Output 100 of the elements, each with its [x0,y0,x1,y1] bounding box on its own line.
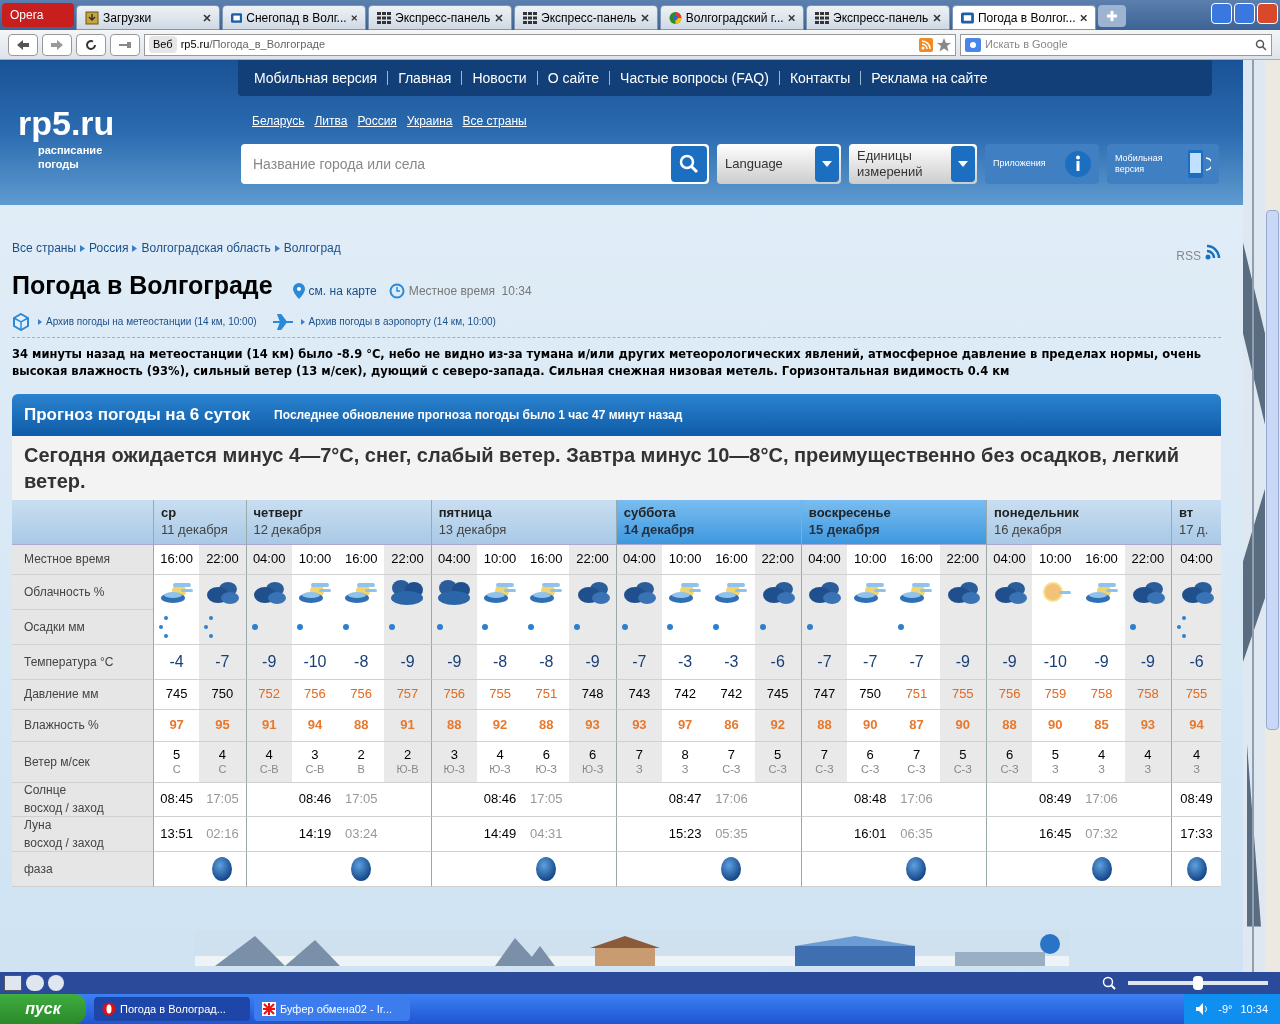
nav-link[interactable]: О сайте [547,67,600,89]
browser-tab[interactable]: Экспресс-панель [514,5,658,30]
forecast-title: Прогноз погоды на 6 суток [24,403,251,426]
humidity-cell-text: 93 [632,716,647,735]
archive-link[interactable]: Архив погоды на метеостанции (14 км, 10:00) [46,314,257,329]
sun-time: 08:48 [853,790,887,809]
row-label: Влажность % [24,717,100,734]
mobile-button[interactable]: Мобильная версия [1107,144,1219,184]
site-logo[interactable]: rp5.ru [18,106,238,140]
start-button[interactable]: пуск [0,994,86,1024]
breadcrumb-link[interactable]: Все страны [12,239,77,257]
country-link[interactable]: Украина [406,112,453,130]
heavy-cloud-icon [436,578,473,606]
wind-direction: С [218,762,227,777]
time-cell-text: 10:00 [668,550,702,569]
back-button[interactable] [8,33,38,56]
browser-tab[interactable]: Снегопад в Волг... [222,5,366,30]
observation-text: 34 минуты назад на метеостанции (14 км) было -8.9 °C, небо не видно из-за тумана и/или других метеорологических явлений, атмосферное давление в пределах нормы, очень высокая влажность (93%), сильный ветер (13 м/сек), дующий с северо-запада. Сильная снежная низовая метель. Горизонтальная видимость 0.4 км [12,345,1203,380]
country-link[interactable]: Беларусь [252,112,305,130]
chevron-icon [132,244,138,252]
wind-direction: С-З [768,762,787,777]
country-link[interactable]: Литва [314,112,348,130]
new-tab-button[interactable] [1098,5,1126,27]
nav-link[interactable]: Реклама на сайте [871,67,988,89]
nav-link[interactable]: Новости [472,67,527,89]
time-cell-text: 10:00 [853,550,887,569]
pressure-cell-text: 745 [766,685,789,704]
close-icon[interactable] [1079,13,1087,22]
humidity-cell-text: 90 [863,716,878,735]
close-icon[interactable] [933,13,941,22]
wind-speed: 3 [450,746,458,763]
wind-direction: З [681,762,689,777]
wind-speed: 6 [1005,746,1014,763]
country-link[interactable]: Все страны [462,112,527,130]
apps-label: Приложения [993,157,1046,171]
map-link[interactable]: см. на карте [308,281,377,300]
reload-button[interactable] [76,33,106,56]
wind-speed: 7 [635,746,643,763]
country-link[interactable]: Россия [357,112,397,130]
browser-tab[interactable]: Волгоградский г... [660,5,804,30]
tab-label: Экспресс-панель [541,9,637,27]
address-field[interactable]: Веб rp5.ru/Погода_в_Волгограде [144,33,956,56]
nav-link[interactable]: Частые вопросы (FAQ) [620,67,769,89]
wind-speed: 6 [866,746,874,763]
star-icon[interactable] [937,37,951,52]
close-icon[interactable] [641,13,649,22]
maximize-button[interactable] [1234,3,1255,24]
browser-tab[interactable]: Погода в Волгог... [952,5,1096,30]
breadcrumb-link[interactable]: Волгоград [283,239,341,257]
units-select[interactable]: Единицы измерений [849,144,977,184]
map-pin-icon [292,282,305,299]
turbo-icon[interactable] [48,975,64,991]
close-icon[interactable] [350,13,357,22]
zoom-icon[interactable] [1102,976,1116,990]
nav-link[interactable]: Контакты [789,67,851,89]
slider-thumb[interactable] [1193,976,1203,990]
nav-link[interactable]: Главная [398,67,452,89]
minimize-button[interactable] [1211,3,1232,24]
wind-speed: 2 [403,746,412,763]
humidity-cell-text: 87 [909,716,924,735]
scrollbar[interactable] [1265,60,1280,972]
close-icon[interactable] [787,13,795,22]
humidity-cell-text: 90 [1048,716,1063,735]
sync-icon[interactable] [26,975,44,991]
pressure-cell-text: 755 [951,685,974,704]
close-icon[interactable] [203,13,211,22]
rss-icon [1205,244,1221,260]
wind-speed: 5 [1051,746,1059,763]
humidity-cell-text: 90 [955,716,970,735]
pressure-cell-text: 752 [258,685,280,704]
browser-tab[interactable]: Экспресс-панель [806,5,950,30]
temperature-cell-text: -9 [1140,651,1155,672]
wind-direction: Ю-В [396,762,419,777]
panel-toggle-icon[interactable] [4,975,22,991]
wind-direction: С-В [305,762,325,777]
nav-link[interactable]: Мобильная версия [254,67,378,89]
taskbar-button[interactable]: Погода в Волоград... [94,997,250,1021]
search-field[interactable]: Искать в Google [960,33,1272,56]
breadcrumb-link[interactable]: Волгоградская область [141,239,271,257]
taskbar-button[interactable]: Буфер обмена02 - Ir... [254,997,410,1021]
wind-direction: З [1193,762,1200,777]
humidity-cell-text: 92 [770,716,785,735]
opera-menu-button[interactable]: Opera [2,3,74,27]
moon-time: 16:45 [1039,824,1072,843]
language-select[interactable]: Language [717,144,841,184]
zoom-slider[interactable] [1128,976,1268,990]
close-icon[interactable] [495,13,503,22]
day-date: 14 декабря [623,521,696,538]
time-cell-text: 10:00 [1039,550,1072,569]
search-button[interactable] [671,146,707,182]
grid-icon [377,11,391,24]
sun-time: 17:05 [530,790,563,809]
browser-tab[interactable]: Загрузки [76,5,220,30]
archive-link[interactable]: Архив погоды в аэропорту (14 км, 10:00) [308,314,496,329]
breadcrumb-link[interactable]: Россия [89,239,129,257]
day-name: ср [161,505,178,522]
close-button[interactable] [1257,3,1278,24]
browser-tab[interactable]: Экспресс-панель [368,5,512,30]
city-search-field[interactable]: Название города или села [241,144,709,184]
apps-button[interactable]: Приложения [985,144,1099,184]
